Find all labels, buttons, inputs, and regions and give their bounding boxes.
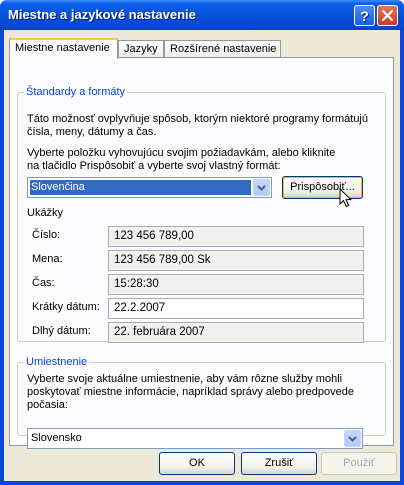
tab-advanced[interactable]: Rozšírené nastavenie bbox=[164, 40, 281, 58]
apply-button[interactable]: Použiť bbox=[321, 452, 397, 475]
help-button[interactable]: ? bbox=[354, 5, 375, 26]
sample-label-currency: Mena: bbox=[32, 253, 63, 265]
ok-label: OK bbox=[189, 457, 205, 469]
location-desc-line1: Vyberte svoje aktuálne umiestnenie, aby … bbox=[27, 373, 343, 385]
sample-label-number: Číslo: bbox=[32, 229, 61, 241]
standards-desc-line2: čísla, meny, dátumy a čas. bbox=[27, 126, 157, 138]
close-icon bbox=[382, 10, 393, 21]
dialog-client: Miestne nastavenie Jazyky Rozšírené nast… bbox=[4, 30, 400, 481]
sample-currency: 123 456 789,00 Sk bbox=[108, 250, 364, 271]
sample-label-time: Čas: bbox=[32, 277, 55, 289]
cancel-label: Zrušiť bbox=[264, 457, 294, 469]
tab-regional-options[interactable]: Miestne nastavenie bbox=[9, 38, 118, 59]
help-icon: ? bbox=[360, 9, 369, 23]
cancel-button[interactable]: Zrušiť bbox=[241, 452, 317, 475]
mouse-cursor-icon bbox=[339, 188, 352, 208]
format-select-value: Slovenčina bbox=[30, 180, 251, 195]
location-dropdown-arrow[interactable] bbox=[344, 430, 361, 447]
svg-text:?: ? bbox=[360, 9, 369, 23]
sample-label-short-date: Krátky dátum: bbox=[32, 301, 100, 313]
ok-button[interactable]: OK bbox=[159, 452, 235, 475]
chevron-down-icon bbox=[257, 184, 266, 191]
location-desc-line2: poskytovať miestne informácie, napríklad… bbox=[27, 386, 354, 398]
window-title: Miestne a jazykové nastavenie bbox=[8, 7, 196, 22]
tab-label: Rozšírené nastavenie bbox=[170, 43, 277, 55]
apply-label: Použiť bbox=[343, 457, 375, 469]
standards-select-line1: Vyberte položku vyhovujúcu svojim požiad… bbox=[27, 147, 336, 159]
location-select[interactable]: Slovensko bbox=[27, 428, 363, 449]
location-desc-line3: počasia: bbox=[27, 399, 68, 411]
format-dropdown-arrow[interactable] bbox=[253, 179, 270, 196]
location-select-value: Slovensko bbox=[31, 432, 82, 444]
samples-heading: Ukážky bbox=[27, 207, 64, 219]
title-bar[interactable]: Miestne a jazykové nastavenie ? bbox=[0, 0, 404, 30]
sample-time: 15:28:30 bbox=[108, 274, 364, 295]
sample-label-long-date: Dlhý dátum: bbox=[32, 325, 91, 337]
close-button[interactable] bbox=[377, 5, 398, 26]
dialog-window: Miestne a jazykové nastavenie ? Miestne … bbox=[0, 0, 404, 485]
sample-long-date: 22. februára 2007 bbox=[108, 322, 364, 343]
tab-panel: Štandardy a formáty Táto možnosť ovplyvň… bbox=[9, 57, 394, 449]
chevron-down-icon bbox=[348, 435, 357, 442]
sample-number: 123 456 789,00 bbox=[108, 226, 364, 247]
standards-select-line2: na tlačidlo Prispôsobiť a vyberte svoj v… bbox=[27, 160, 281, 172]
sample-short-date: 22.2.2007 bbox=[108, 298, 364, 319]
format-select[interactable]: Slovenčina bbox=[27, 177, 272, 198]
location-legend: Umiestnenie bbox=[26, 356, 88, 368]
standards-legend: Štandardy a formáty bbox=[26, 86, 126, 98]
tab-languages[interactable]: Jazyky bbox=[118, 40, 164, 58]
tab-label: Miestne nastavenie bbox=[15, 42, 110, 54]
standards-desc-line1: Táto možnosť ovplyvňuje spôsob, ktorým n… bbox=[27, 113, 368, 125]
tab-label: Jazyky bbox=[124, 43, 158, 55]
